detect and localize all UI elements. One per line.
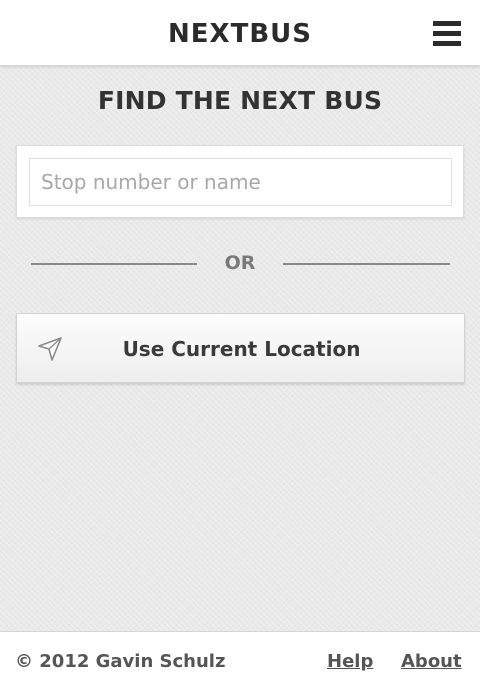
copyright-text: © 2012 Gavin Schulz xyxy=(15,651,226,672)
menu-bar xyxy=(433,31,461,36)
app-title: NEXTBUS xyxy=(168,19,312,49)
stop-search-input[interactable] xyxy=(29,158,452,206)
use-current-location-label: Use Current Location xyxy=(122,337,361,361)
page-title: FIND THE NEXT BUS xyxy=(97,86,383,115)
divider-line-right xyxy=(283,263,450,265)
hamburger-menu-icon[interactable] xyxy=(424,14,468,54)
help-link[interactable]: Help xyxy=(327,632,373,690)
or-divider-text: OR xyxy=(224,252,256,274)
divider-line-left xyxy=(31,263,197,265)
use-current-location-button[interactable]: Use Current Location xyxy=(16,313,465,383)
navigation-arrow-icon xyxy=(38,337,62,361)
app-header: NEXTBUS xyxy=(0,0,480,66)
footer: © 2012 Gavin Schulz Help About xyxy=(0,631,480,690)
search-card xyxy=(16,145,464,218)
menu-bar xyxy=(433,41,461,46)
about-link[interactable]: About xyxy=(401,632,462,690)
menu-bar xyxy=(433,21,461,26)
